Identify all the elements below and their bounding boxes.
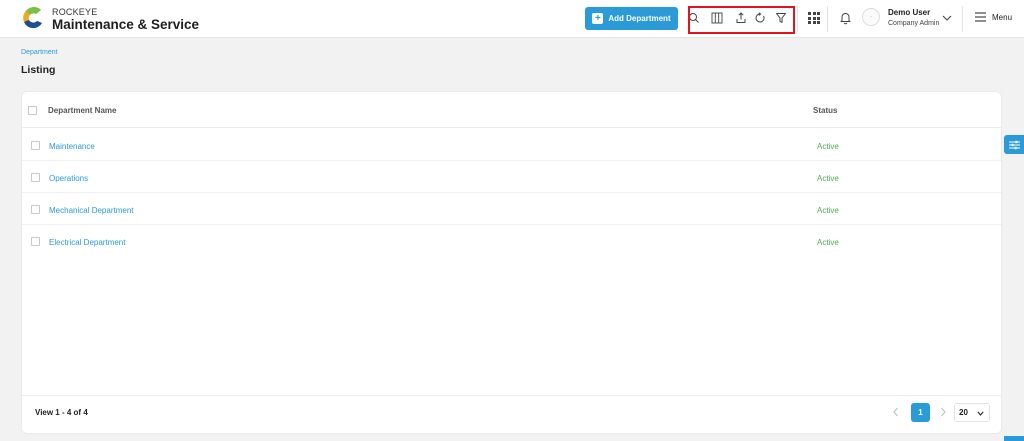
column-header-department-name[interactable]: Department Name — [48, 106, 116, 115]
department-table-card: Department Name Status Maintenance Activ… — [21, 91, 1002, 434]
breadcrumb[interactable]: Department — [21, 49, 58, 56]
top-header: ROCKEYE Maintenance & Service + Add Depa… — [0, 0, 1024, 38]
chevron-down-icon[interactable] — [942, 14, 952, 22]
add-department-label: Add Department — [608, 14, 671, 23]
apps-grid-icon[interactable] — [808, 12, 820, 24]
bottom-accent-strip — [1004, 436, 1024, 441]
avatar[interactable]: ~ — [862, 8, 880, 26]
page-number-button[interactable]: 1 — [911, 403, 930, 422]
table-footer-divider — [22, 395, 1001, 396]
plus-icon: + — [592, 13, 604, 24]
select-all-checkbox[interactable] — [28, 106, 37, 115]
table-row[interactable]: Operations Active — [22, 161, 1001, 193]
row-checkbox[interactable] — [31, 173, 40, 182]
page-size-value: 20 — [959, 408, 968, 417]
status-badge: Active — [817, 142, 839, 151]
header-divider — [797, 6, 798, 32]
record-count: View 1 - 4 of 4 — [35, 408, 88, 417]
status-badge: Active — [817, 174, 839, 183]
sliders-icon — [1008, 140, 1020, 149]
columns-icon[interactable] — [710, 11, 724, 25]
row-checkbox[interactable] — [31, 237, 40, 246]
user-role: Company Admin — [888, 20, 940, 27]
page-size-select[interactable]: 20 — [954, 403, 990, 422]
department-name-link[interactable]: Maintenance — [49, 142, 95, 151]
filter-icon[interactable] — [774, 11, 788, 25]
status-badge: Active — [817, 238, 839, 247]
chevron-left-icon[interactable] — [891, 406, 901, 418]
department-name-link[interactable]: Mechanical Department — [49, 206, 133, 215]
chevron-down-icon — [977, 411, 984, 416]
export-icon[interactable] — [734, 11, 748, 25]
rockeye-logo-icon — [23, 7, 42, 29]
header-divider — [827, 6, 828, 32]
chevron-right-icon[interactable] — [938, 406, 948, 418]
row-checkbox[interactable] — [31, 205, 40, 214]
header-divider — [962, 6, 963, 32]
page-title: Listing — [21, 64, 56, 76]
app-title: Maintenance & Service — [52, 17, 200, 32]
user-name[interactable]: Demo User — [888, 8, 930, 17]
hamburger-icon — [975, 12, 986, 22]
status-badge: Active — [817, 206, 839, 215]
column-header-status[interactable]: Status — [813, 106, 837, 115]
table-row[interactable]: Mechanical Department Active — [22, 193, 1001, 225]
row-checkbox[interactable] — [31, 141, 40, 150]
table-header: Department Name Status — [22, 92, 1001, 128]
menu-button[interactable]: Menu — [975, 12, 1012, 22]
add-department-button[interactable]: + Add Department — [585, 7, 678, 30]
settings-side-tab[interactable] — [1004, 135, 1024, 154]
brand-company: ROCKEYE — [52, 7, 98, 17]
table-row[interactable]: Maintenance Active — [22, 129, 1001, 161]
menu-label: Menu — [992, 12, 1013, 22]
department-name-link[interactable]: Operations — [49, 174, 88, 183]
refresh-icon[interactable] — [753, 11, 767, 25]
notification-bell-icon[interactable] — [839, 11, 852, 25]
department-name-link[interactable]: Electrical Department — [49, 238, 125, 247]
table-row[interactable]: Electrical Department Active — [22, 225, 1001, 257]
